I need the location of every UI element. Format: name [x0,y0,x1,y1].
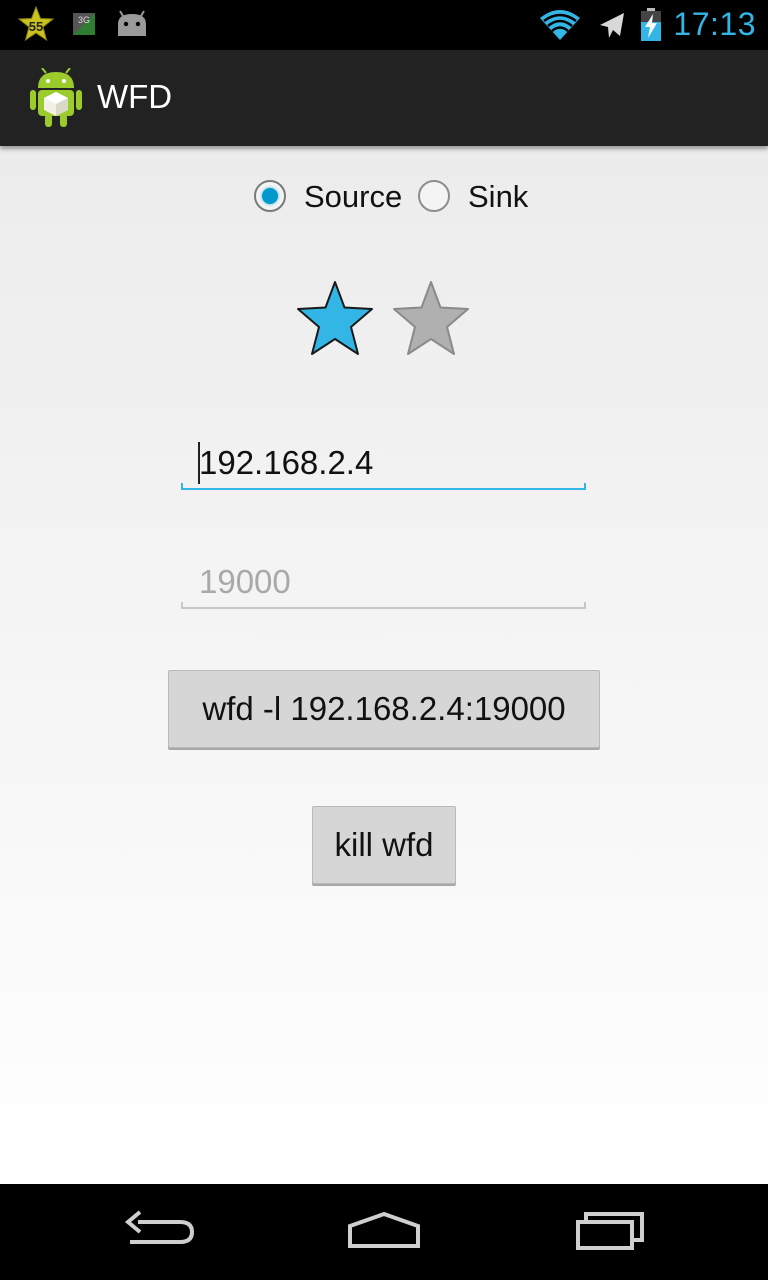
recent-apps-icon[interactable] [572,1206,652,1258]
ip-field-underline [181,483,586,490]
source-radio-label[interactable]: Source [304,180,402,214]
source-radio-button[interactable] [254,180,286,212]
star-empty-icon[interactable] [393,281,469,355]
airplane-mode-icon [596,10,628,47]
3g-icon: 3G [72,12,96,41]
android-debug-icon [114,10,150,43]
ip-address-value[interactable]: 192.168.2.4 [199,444,373,482]
battery-charging-icon [640,8,662,47]
back-icon[interactable] [122,1206,202,1258]
radio-checked-dot [262,188,278,204]
android-app-icon[interactable] [28,67,84,128]
navigation-bar [0,1184,768,1280]
kill-wfd-button[interactable]: kill wfd [312,806,456,884]
app-title: WFD [97,78,173,115]
sink-radio-button[interactable] [418,180,450,212]
ip-address-field[interactable]: 192.168.2.4 [181,438,586,490]
notification-star-icon: 55 [17,5,55,47]
main-content: Source Sink 192.168.2.4 19000 wfd -l 192… [0,146,768,1184]
status-bar: 55 3G 17:13 [0,0,768,50]
port-field[interactable]: 19000 [181,557,586,609]
port-placeholder[interactable]: 19000 [199,563,291,601]
star-filled-icon[interactable] [297,281,373,355]
sink-radio-label[interactable]: Sink [468,180,528,214]
action-bar: WFD [0,50,768,146]
port-field-underline [181,602,586,609]
badge-count: 55 [29,19,43,34]
status-time: 17:13 [673,6,756,42]
rating-bar[interactable] [294,280,474,360]
run-wfd-button[interactable]: wfd -l 192.168.2.4:19000 [168,670,600,748]
wifi-icon [540,8,580,47]
network-label: 3G [78,15,90,25]
home-icon[interactable] [344,1206,424,1258]
